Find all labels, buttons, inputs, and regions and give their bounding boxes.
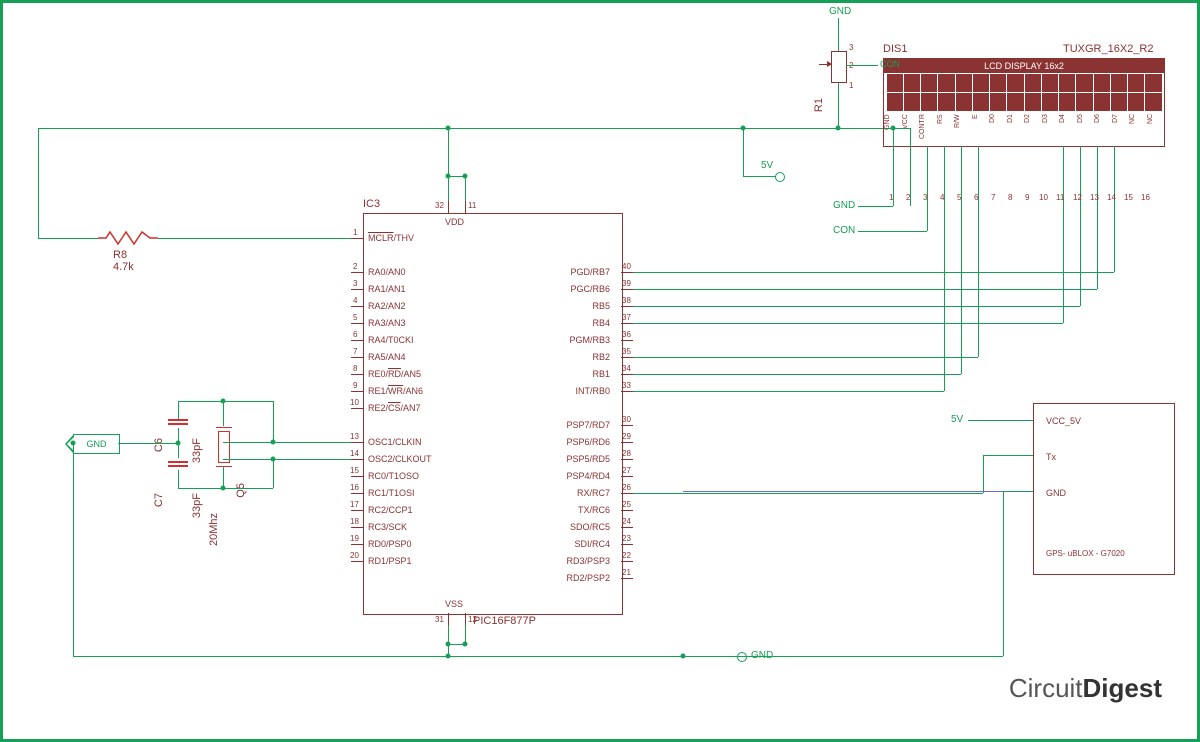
- lcd-title: LCD DISPLAY 16x2: [884, 59, 1164, 73]
- r8-ref: R8: [113, 249, 127, 261]
- gps-vcc: VCC_5V: [1046, 416, 1081, 426]
- lcd-ref: DIS1: [883, 43, 907, 55]
- logo: CircuitDigest: [1009, 673, 1162, 704]
- gps-5v-net: 5V: [951, 414, 963, 425]
- r1-ref: R1: [813, 98, 825, 112]
- ic-part: PIC16F877P: [473, 615, 536, 627]
- gps-module: VCC_5V Tx GND GPS- uBLOX - G7020: [1033, 403, 1175, 575]
- resistor-r8: [98, 232, 158, 244]
- q5-ref: Q5: [235, 483, 247, 498]
- net-5v: 5V: [761, 160, 773, 171]
- lcd-part: TUXGR_16X2_R2: [1063, 43, 1154, 55]
- pot-gnd: GND: [829, 6, 851, 17]
- ic-vdd: VDD: [445, 217, 464, 227]
- gps-part: GPS- uBLOX - G7020: [1046, 549, 1125, 558]
- cap-c7: [168, 458, 188, 470]
- gnd-tag-left: GND: [73, 434, 120, 454]
- c7-ref: C7: [153, 493, 165, 507]
- gps-tx: Tx: [1046, 452, 1056, 462]
- lcd-con-net: CON: [833, 225, 855, 236]
- schematic-frame: IC3 PIC16F877P VDD VSS 1MCLR/THV 2RA0/AN…: [0, 0, 1200, 742]
- c7-val: 33pF: [191, 493, 203, 518]
- gnd-dot: [737, 652, 747, 662]
- r8-val: 4.7k: [113, 261, 134, 273]
- gps-gnd: GND: [1046, 488, 1066, 498]
- q5-val: 20Mhz: [208, 513, 220, 546]
- ic-ref: IC3: [363, 198, 380, 210]
- lcd-gnd-net: GND: [833, 200, 855, 211]
- c6-ref: C6: [153, 438, 165, 452]
- lcd-display: LCD DISPLAY 16x2 GNDVCCCONTRRSR/WED0D1D2…: [883, 58, 1165, 147]
- c6-val: 33pF: [191, 438, 203, 463]
- pot-con: CON: [880, 59, 900, 69]
- power-5v: [775, 172, 785, 182]
- ic-vss: VSS: [445, 599, 463, 609]
